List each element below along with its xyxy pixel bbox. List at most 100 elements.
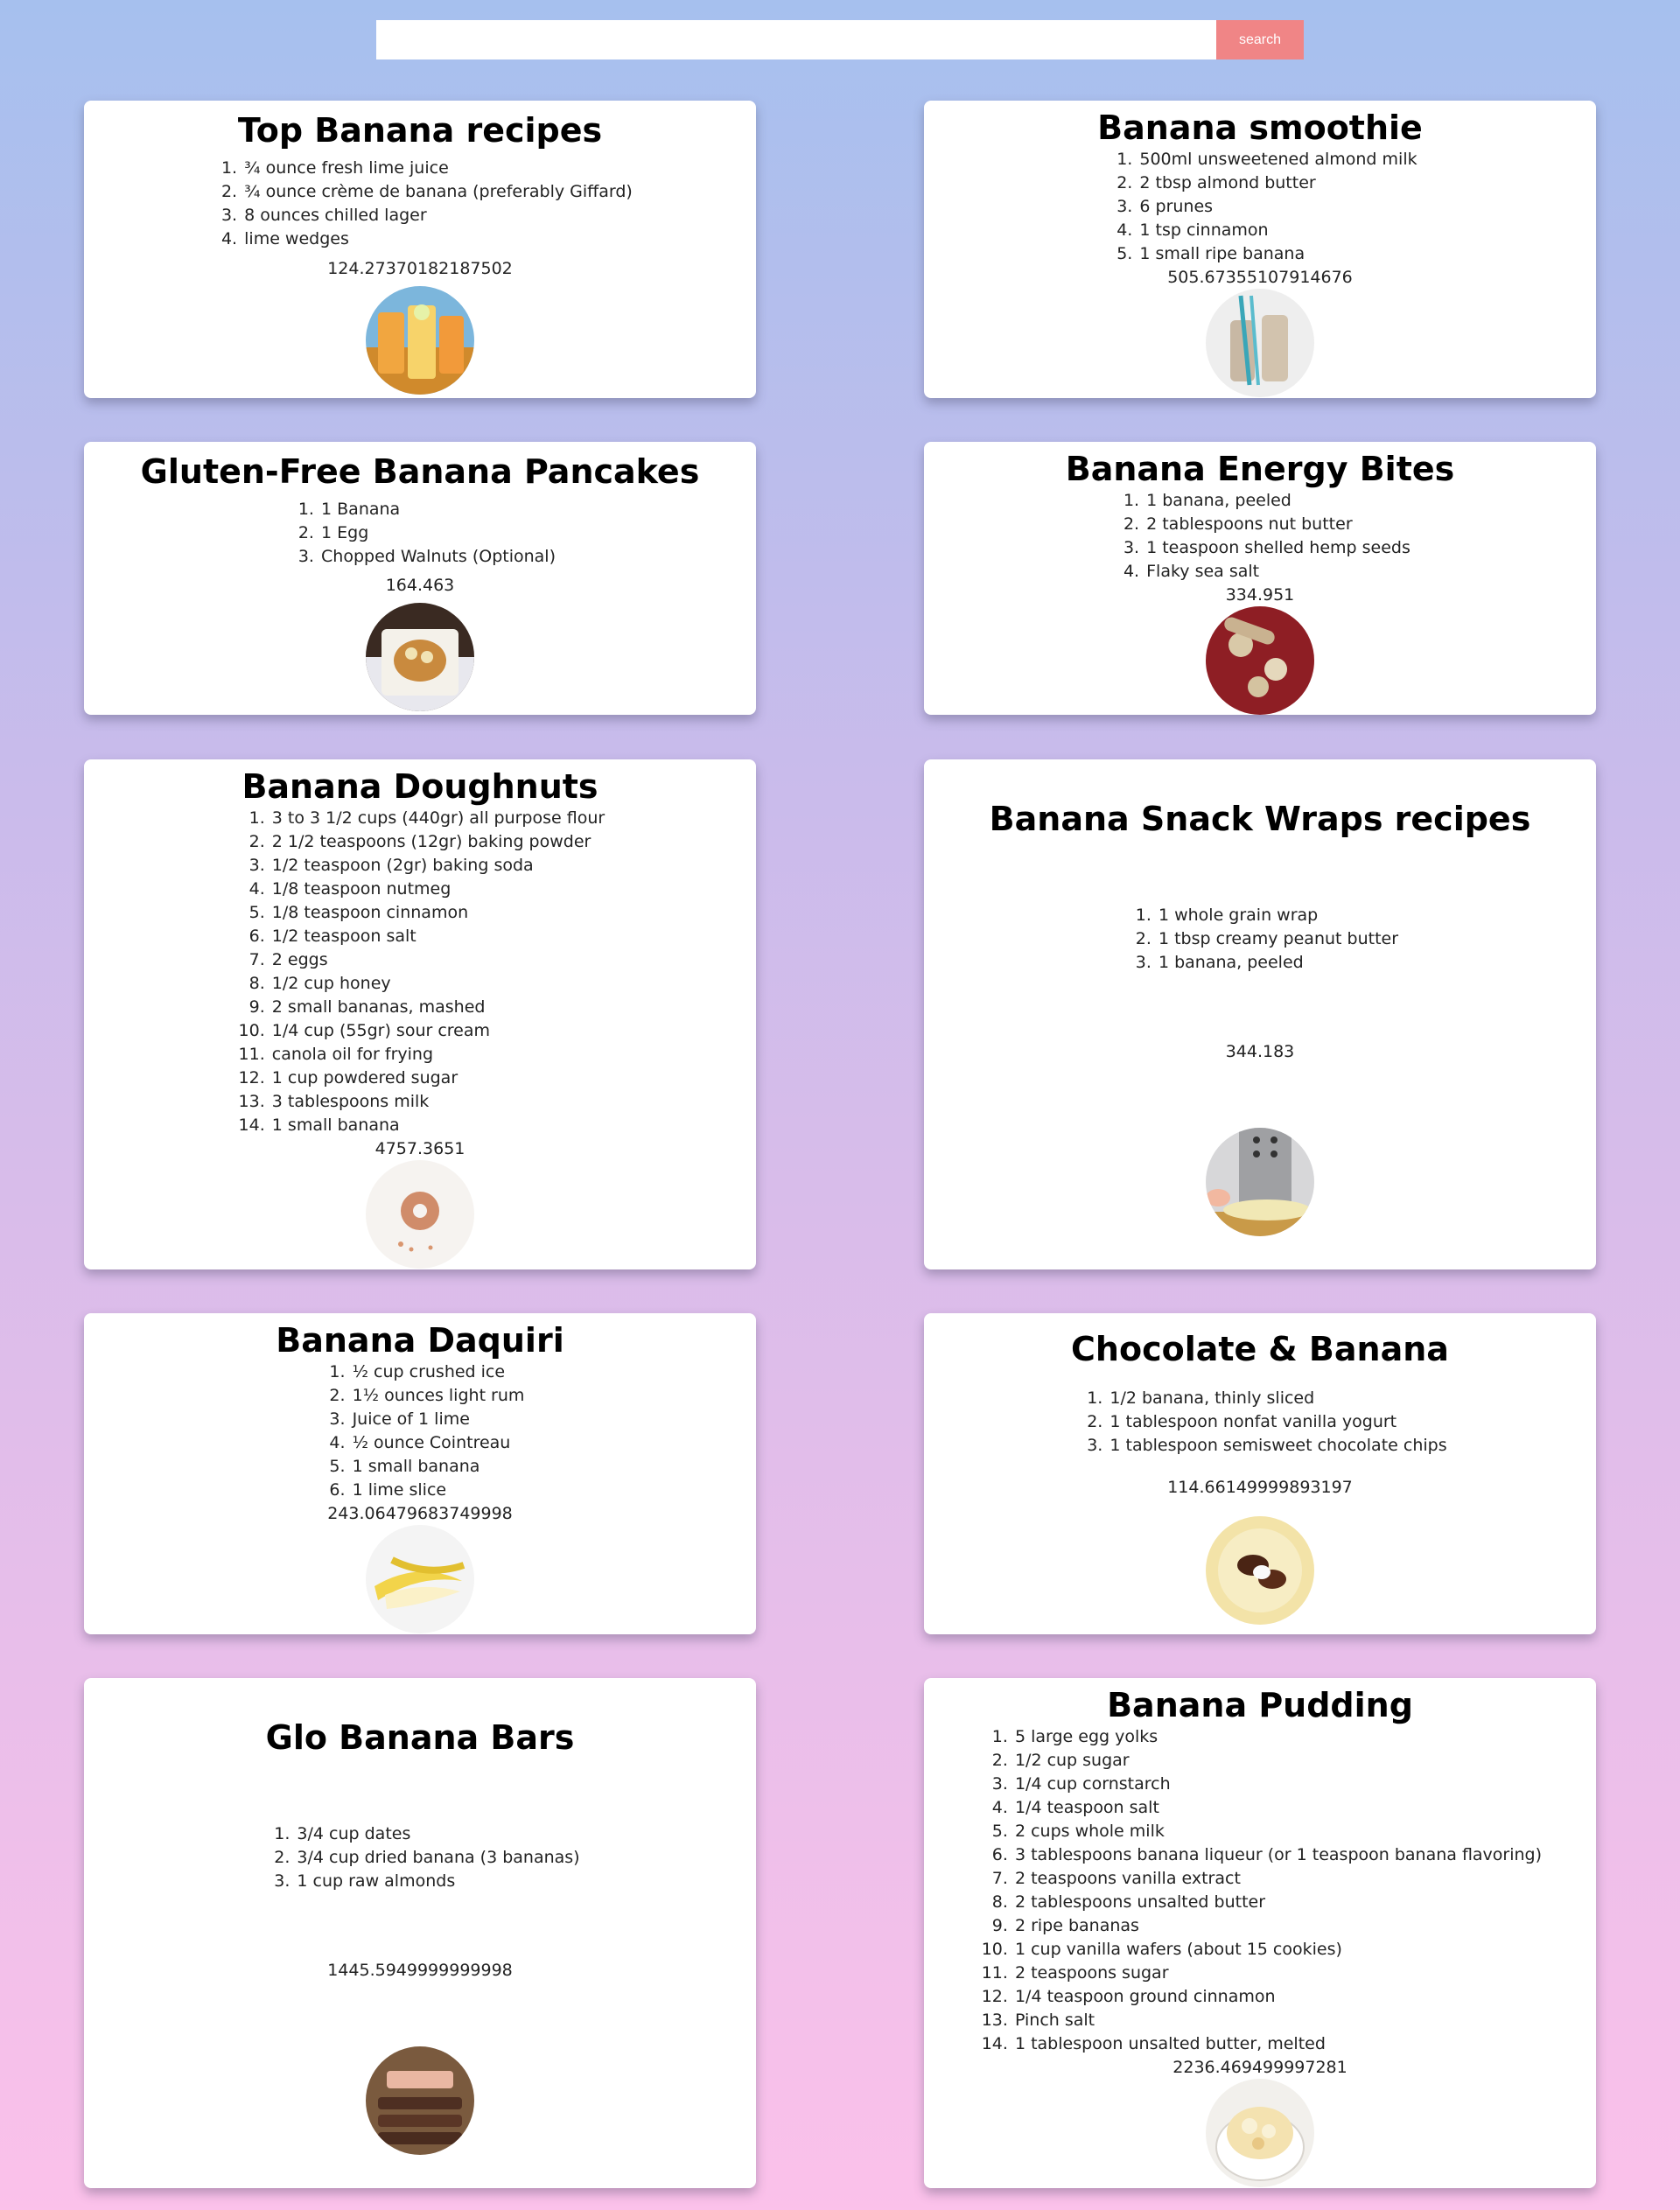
ingredient-list: 1 banana, peeled 2 tablespoons nut butte… xyxy=(1110,489,1410,584)
ingredient-item: 1 tsp cinnamon xyxy=(1138,219,1417,242)
ingredient-item: 1 tablespoon semisweet chocolate chips xyxy=(1108,1434,1446,1458)
ingredient-item: 1 cup powdered sugar xyxy=(270,1067,605,1090)
ingredient-item: 1/4 teaspoon ground cinnamon xyxy=(1013,1985,1542,2009)
recipe-image[interactable] xyxy=(366,1160,474,1269)
recipe-calories: 124.27370182187502 xyxy=(327,259,513,278)
ingredient-item: ¾ ounce crème de banana (preferably Giff… xyxy=(242,180,633,204)
ingredient-item: ½ cup crushed ice xyxy=(351,1360,525,1384)
recipe-title: Banana Energy Bites xyxy=(1065,449,1455,488)
ingredient-item: ½ ounce Cointreau xyxy=(351,1431,525,1455)
ingredient-item: 1/2 teaspoon salt xyxy=(270,925,605,948)
recipe-image[interactable] xyxy=(1206,2079,1314,2188)
recipe-calories: 344.183 xyxy=(1225,1041,1295,1061)
ingredient-item: 1 small banana xyxy=(351,1455,525,1479)
ingredient-item: 3/4 cup dates xyxy=(295,1822,579,1846)
ingredient-list: ½ cup crushed ice 1½ ounces light rum Ju… xyxy=(316,1360,525,1502)
ingredient-item: 3 tablespoons banana liqueur (or 1 teasp… xyxy=(1013,1843,1542,1867)
ingredient-item: 2 ripe bananas xyxy=(1013,1914,1542,1938)
ingredient-item: 1 banana, peeled xyxy=(1144,489,1410,513)
ingredient-item: 2 eggs xyxy=(270,948,605,972)
recipe-image[interactable] xyxy=(366,1525,474,1634)
recipe-image[interactable] xyxy=(366,603,474,712)
chocolate-banana-photo xyxy=(1206,1516,1314,1626)
ingredient-item: 2 cups whole milk xyxy=(1013,1820,1542,1843)
ingredient-item: ¾ ounce fresh lime juice xyxy=(242,157,633,180)
recipe-card: Gluten-Free Banana Pancakes 1 Banana 1 E… xyxy=(84,442,756,715)
banana-pudding-photo xyxy=(1206,2079,1314,2188)
recipe-card: Banana Doughnuts 3 to 3 1/2 cups (440gr)… xyxy=(84,759,756,1269)
recipe-card: Banana Snack Wraps recipes 1 whole grain… xyxy=(924,759,1596,1269)
ingredient-item: Chopped Walnuts (Optional) xyxy=(319,545,556,569)
ingredient-item: 1 small banana xyxy=(270,1114,605,1137)
ingredient-item: 1 Banana xyxy=(319,498,556,521)
recipe-title: Chocolate & Banana xyxy=(1071,1329,1449,1368)
energy-bites-photo xyxy=(1206,605,1314,715)
smoothie-bottles-photo xyxy=(1206,289,1314,398)
ingredient-item: 1 small ripe banana xyxy=(1138,242,1417,266)
recipe-image[interactable] xyxy=(1206,1128,1314,1237)
recipe-calories: 2236.469499997281 xyxy=(1172,2058,1348,2078)
recipe-title: Banana Daquiri xyxy=(276,1320,564,1360)
ingredient-item: 2 1/2 teaspoons (12gr) baking powder xyxy=(270,830,605,854)
recipe-card: Banana smoothie 500ml unsweetened almond… xyxy=(924,101,1596,398)
recipe-image[interactable] xyxy=(1206,605,1314,715)
ingredient-item: 1 whole grain wrap xyxy=(1157,904,1398,927)
ingredient-item: 1/2 teaspoon (2gr) baking soda xyxy=(270,854,605,878)
ingredient-item: 500ml unsweetened almond milk xyxy=(1138,148,1417,171)
search-input[interactable] xyxy=(376,20,1216,59)
recipe-title: Gluten-Free Banana Pancakes xyxy=(140,451,700,491)
ingredient-item: Flaky sea salt xyxy=(1144,560,1410,584)
ingredient-item: 2 teaspoons sugar xyxy=(1013,1962,1542,1985)
ingredient-item: 1/2 cup honey xyxy=(270,972,605,996)
ingredient-item: 1 cup raw almonds xyxy=(295,1870,579,1893)
recipe-title: Top Banana recipes xyxy=(237,111,603,150)
ingredient-item: 2 tbsp almond butter xyxy=(1138,171,1417,195)
ingredient-item: 1/2 cup sugar xyxy=(1013,1749,1542,1773)
ingredient-item: 1/8 teaspoon nutmeg xyxy=(270,878,605,901)
banana-cocktail-photo xyxy=(366,286,474,395)
recipe-calories: 4757.3651 xyxy=(374,1139,466,1159)
ingredient-item: lime wedges xyxy=(242,227,633,251)
ingredient-list: 1 whole grain wrap 1 tbsp creamy peanut … xyxy=(1122,904,1398,975)
ingredient-item: 8 ounces chilled lager xyxy=(242,204,633,227)
recipe-image[interactable] xyxy=(366,286,474,395)
ingredient-item: 1 tbsp creamy peanut butter xyxy=(1157,927,1398,951)
recipe-card: Chocolate & Banana 1/2 banana, thinly sl… xyxy=(924,1313,1596,1634)
ingredient-item: 1/2 banana, thinly sliced xyxy=(1108,1387,1446,1410)
ingredient-item: 1 teaspoon shelled hemp seeds xyxy=(1144,536,1410,560)
ingredient-list: 5 large egg yolks 1/2 cup sugar 1/4 cup … xyxy=(978,1725,1542,2056)
recipe-calories: 114.66149999893197 xyxy=(1167,1477,1353,1497)
ingredient-list: 3 to 3 1/2 cups (440gr) all purpose flou… xyxy=(235,807,605,1137)
ingredient-item: 1/4 cup cornstarch xyxy=(1013,1773,1542,1796)
recipe-image[interactable] xyxy=(366,2046,474,2156)
ingredient-item: 3 to 3 1/2 cups (440gr) all purpose flou… xyxy=(270,807,605,830)
ingredient-item: Pinch salt xyxy=(1013,2009,1542,2032)
ingredient-item: 1 lime slice xyxy=(351,1479,525,1502)
search-bar: search xyxy=(376,20,1304,59)
ingredient-item: 1/8 teaspoon cinnamon xyxy=(270,901,605,925)
ingredient-list: 1/2 banana, thinly sliced 1 tablespoon n… xyxy=(1073,1387,1446,1458)
recipe-title: Banana Doughnuts xyxy=(242,766,598,806)
search-button[interactable]: search xyxy=(1216,20,1304,59)
ingredient-item: 2 teaspoons vanilla extract xyxy=(1013,1867,1542,1891)
banana-bars-photo xyxy=(366,2046,474,2156)
ingredient-list: ¾ ounce fresh lime juice ¾ ounce crème d… xyxy=(207,157,633,251)
recipe-calories: 243.06479683749998 xyxy=(327,1504,513,1524)
ingredient-list: 1 Banana 1 Egg Chopped Walnuts (Optional… xyxy=(284,498,556,569)
ingredient-item: 1 banana, peeled xyxy=(1157,951,1398,975)
recipe-image[interactable] xyxy=(1206,289,1314,398)
peeled-banana-photo xyxy=(366,1525,474,1634)
recipe-calories: 334.951 xyxy=(1225,584,1295,605)
recipe-calories: 505.67355107914676 xyxy=(1167,268,1353,288)
doughnut-photo xyxy=(366,1160,474,1269)
recipe-image[interactable] xyxy=(1206,1516,1314,1626)
ingredient-item: 1½ ounces light rum xyxy=(351,1384,525,1408)
ingredient-item: 1 tablespoon nonfat vanilla yogurt xyxy=(1108,1410,1446,1434)
ingredient-item: 1/4 cup (55gr) sour cream xyxy=(270,1019,605,1043)
recipe-card: Glo Banana Bars 3/4 cup dates 3/4 cup dr… xyxy=(84,1678,756,2188)
ingredient-item: 1/4 teaspoon salt xyxy=(1013,1796,1542,1820)
ingredient-item: canola oil for frying xyxy=(270,1043,605,1067)
ingredient-item: 5 large egg yolks xyxy=(1013,1725,1542,1749)
ingredient-item: 1 Egg xyxy=(319,521,556,545)
recipe-card: Top Banana recipes ¾ ounce fresh lime ju… xyxy=(84,101,756,398)
